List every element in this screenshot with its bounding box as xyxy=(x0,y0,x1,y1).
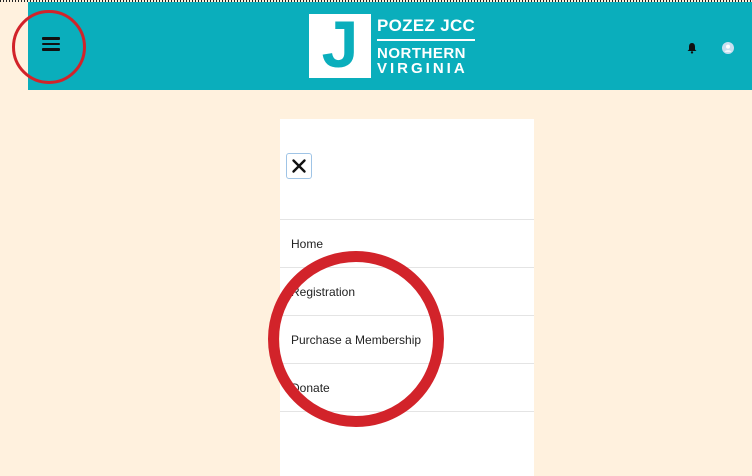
nav-item-home[interactable]: Home xyxy=(280,219,534,267)
close-menu-button[interactable] xyxy=(286,153,312,179)
user-avatar-icon[interactable] xyxy=(722,41,734,54)
nav-item-label: Registration xyxy=(291,284,356,299)
logo-letter: J xyxy=(321,7,359,81)
logo-line-2: NORTHERN xyxy=(377,45,466,62)
logo-wordmark: POZEZ JCC NORTHERN VIRGINIA xyxy=(377,16,475,77)
nav-item-registration[interactable]: Registration xyxy=(280,267,534,315)
logo-divider xyxy=(377,39,475,41)
nav-item-label: Purchase a Membership xyxy=(291,332,422,347)
nav-item-purchase-membership[interactable]: Purchase a Membership xyxy=(280,315,534,363)
nav-menu-list: Home Registration Purchase a Membership … xyxy=(280,219,534,412)
site-header: J POZEZ JCC NORTHERN VIRGINIA xyxy=(28,2,752,90)
mobile-nav-drawer: Home Registration Purchase a Membership … xyxy=(280,119,534,476)
jcc-logo[interactable]: J POZEZ JCC NORTHERN VIRGINIA xyxy=(309,8,476,80)
nav-item-label: Donate xyxy=(291,380,330,395)
nav-item-label: Home xyxy=(291,236,324,251)
nav-item-donate[interactable]: Donate xyxy=(280,363,534,412)
bell-icon[interactable] xyxy=(686,41,698,54)
logo-line-1: POZEZ JCC xyxy=(377,16,476,35)
logo-mark: J xyxy=(309,8,371,80)
logo-line-3: VIRGINIA xyxy=(377,60,468,77)
hamburger-menu-icon[interactable] xyxy=(42,34,60,52)
close-x-icon xyxy=(292,159,306,173)
